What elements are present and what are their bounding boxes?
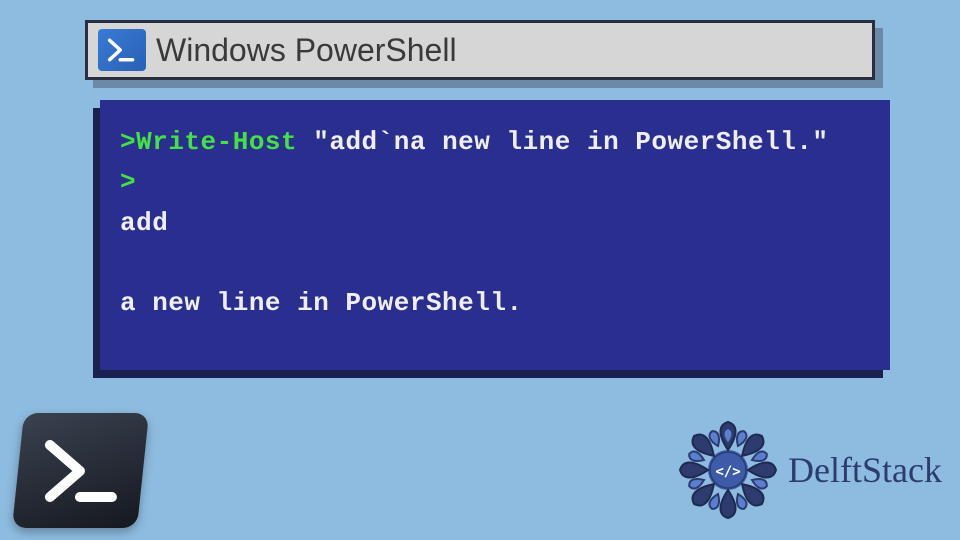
delftstack-label: DelftStack (788, 449, 942, 491)
powershell-window: Windows PowerShell (85, 20, 875, 80)
svg-text:</>: </> (715, 464, 740, 480)
terminal-output-line: a new line in PowerShell. (120, 283, 870, 323)
terminal[interactable]: >Write-Host "add`na new line in PowerShe… (100, 100, 890, 370)
prompt-symbol: > (120, 167, 136, 197)
titlebar: Windows PowerShell (85, 20, 875, 80)
terminal-line-prompt: > (120, 162, 870, 202)
delftstack-branding: </> DelftStack (678, 420, 942, 520)
prompt-symbol: > (120, 127, 136, 157)
command-text: Write-Host (136, 127, 297, 157)
terminal-output-blank (120, 243, 870, 283)
terminal-line-command: >Write-Host "add`na new line in PowerShe… (120, 122, 870, 162)
powershell-logo-icon (12, 413, 149, 528)
terminal-output-line: add (120, 203, 870, 243)
powershell-icon (98, 29, 146, 71)
window-title: Windows PowerShell (156, 32, 457, 69)
command-argument: "add`na new line in PowerShell." (297, 127, 828, 157)
delftstack-logo-icon: </> (678, 420, 778, 520)
